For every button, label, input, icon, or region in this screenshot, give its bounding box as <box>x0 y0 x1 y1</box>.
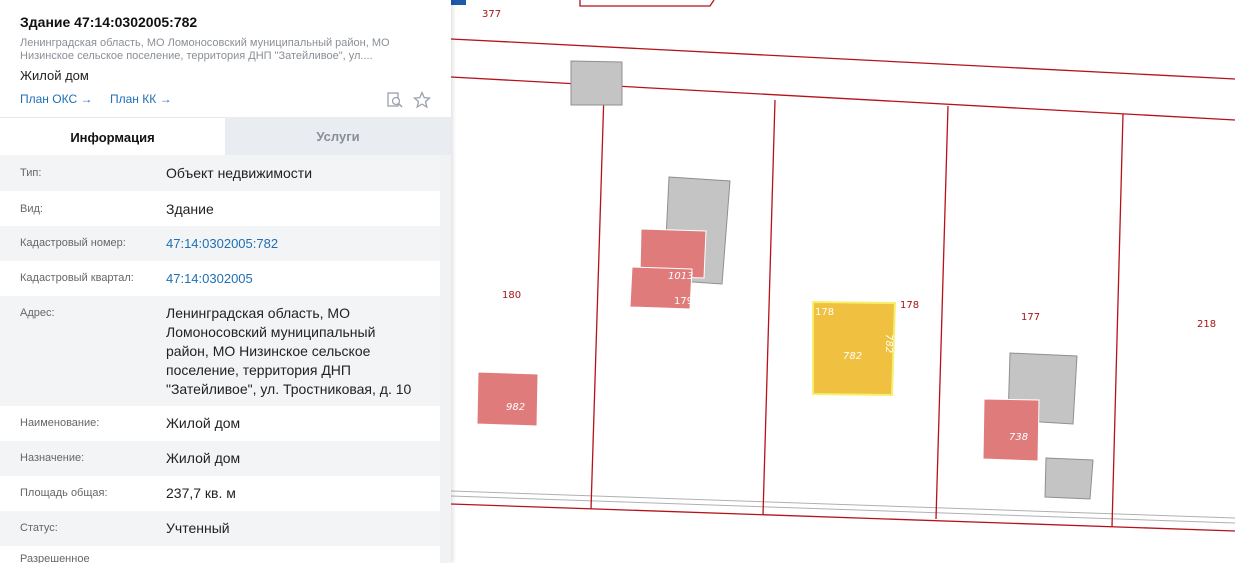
details-table: Тип: Объект недвижимости Вид: Здание Кад… <box>0 155 440 563</box>
detail-label: Вид: <box>20 203 43 215</box>
detail-row-kind: Вид: Здание <box>0 191 440 226</box>
parcel-label-178: 178 <box>900 300 919 311</box>
building-982[interactable] <box>476 371 539 427</box>
detail-row-cadastral-quarter: Кадастровый квартал: 47:14:0302005 <box>0 261 440 296</box>
detail-label: Тип: <box>20 167 42 179</box>
detail-label: Статус: <box>20 522 58 534</box>
detail-row-purpose: Назначение: Жилой дом <box>0 441 440 476</box>
detail-label: Адрес: <box>20 307 55 319</box>
detail-label: Кадастровый номер: <box>20 237 126 249</box>
building-label-738: 738 <box>1009 432 1028 443</box>
detail-row-address: Адрес: Ленинградская область, МО Ломонос… <box>0 296 440 406</box>
detail-row-cadastral-number: Кадастровый номер: 47:14:0302005:782 <box>0 226 440 261</box>
detail-value: Учтенный <box>166 520 230 536</box>
detail-row-area: Площадь общая: 237,7 кв. м <box>0 476 440 511</box>
star-icon[interactable] <box>412 90 432 109</box>
object-address-short: Ленинградская область, МО Ломоносовский … <box>20 37 390 62</box>
plan-kk-link[interactable]: План КК → <box>110 92 172 106</box>
parcel-label-180: 180 <box>502 290 521 301</box>
address-line: район, МО Низинское сельское <box>166 343 371 359</box>
object-title: Здание 47:14:0302005:782 <box>20 14 198 30</box>
detail-row-permitted-use: Разрешенное <box>0 546 440 563</box>
tab-bar: Информация Услуги <box>0 117 451 156</box>
parcel-label-179: 179 <box>674 296 693 307</box>
detail-label: Наименование: <box>20 417 100 429</box>
detail-value: Жилой дом <box>166 450 241 466</box>
detail-value-address: Ленинградская область, МО Ломоносовский … <box>166 304 411 399</box>
scrollbar[interactable] <box>440 155 451 563</box>
detail-label: Площадь общая: <box>20 487 108 499</box>
address-line: поселение, территория ДНП <box>166 362 351 378</box>
address-line: Ломоносовский муниципальный <box>166 324 376 340</box>
cadastral-number-link[interactable]: 47:14:0302005:782 <box>166 234 278 253</box>
detail-label: Разрешенное <box>20 553 90 563</box>
detail-row-name: Наименование: Жилой дом <box>0 406 440 441</box>
parcel-label-218: 218 <box>1197 319 1216 330</box>
building-label-782-side: 782 <box>883 334 894 353</box>
building-gray[interactable] <box>570 60 623 106</box>
object-kind: Жилой дом <box>20 68 89 83</box>
tab-services[interactable]: Услуги <box>225 117 451 155</box>
detail-label: Назначение: <box>20 452 85 464</box>
cadastral-quarter-link[interactable]: 47:14:0302005 <box>166 269 253 288</box>
address-line: Ленинградская область, МО <box>166 305 350 321</box>
info-panel: Здание 47:14:0302005:782 Ленинградская о… <box>0 0 451 563</box>
parcel-label-178-inner: 178 <box>815 307 834 318</box>
detail-value: Здание <box>166 201 214 217</box>
building-gray[interactable] <box>1044 457 1094 500</box>
parcel-label-177: 177 <box>1021 312 1040 323</box>
detail-row-status: Статус: Учтенный <box>0 511 440 546</box>
building-label-1013: 1013 <box>668 271 693 282</box>
plan-oks-link[interactable]: План ОКС → <box>20 92 92 106</box>
parcel-label-377: 377 <box>482 9 501 20</box>
building-label-782: 782 <box>843 351 862 362</box>
detail-row-type: Тип: Объект недвижимости <box>0 155 440 191</box>
tab-information[interactable]: Информация <box>0 117 225 156</box>
detail-value: Жилой дом <box>166 415 241 431</box>
detail-value: 237,7 кв. м <box>166 485 236 501</box>
detail-value: Объект недвижимости <box>166 165 313 181</box>
building-738[interactable] <box>982 398 1040 462</box>
building-label-982: 982 <box>506 402 525 413</box>
address-line: "Затейливое", ул. Тростниковая, д. 10 <box>166 381 412 397</box>
detail-label: Кадастровый квартал: <box>20 272 134 284</box>
search-document-icon[interactable] <box>386 91 404 109</box>
